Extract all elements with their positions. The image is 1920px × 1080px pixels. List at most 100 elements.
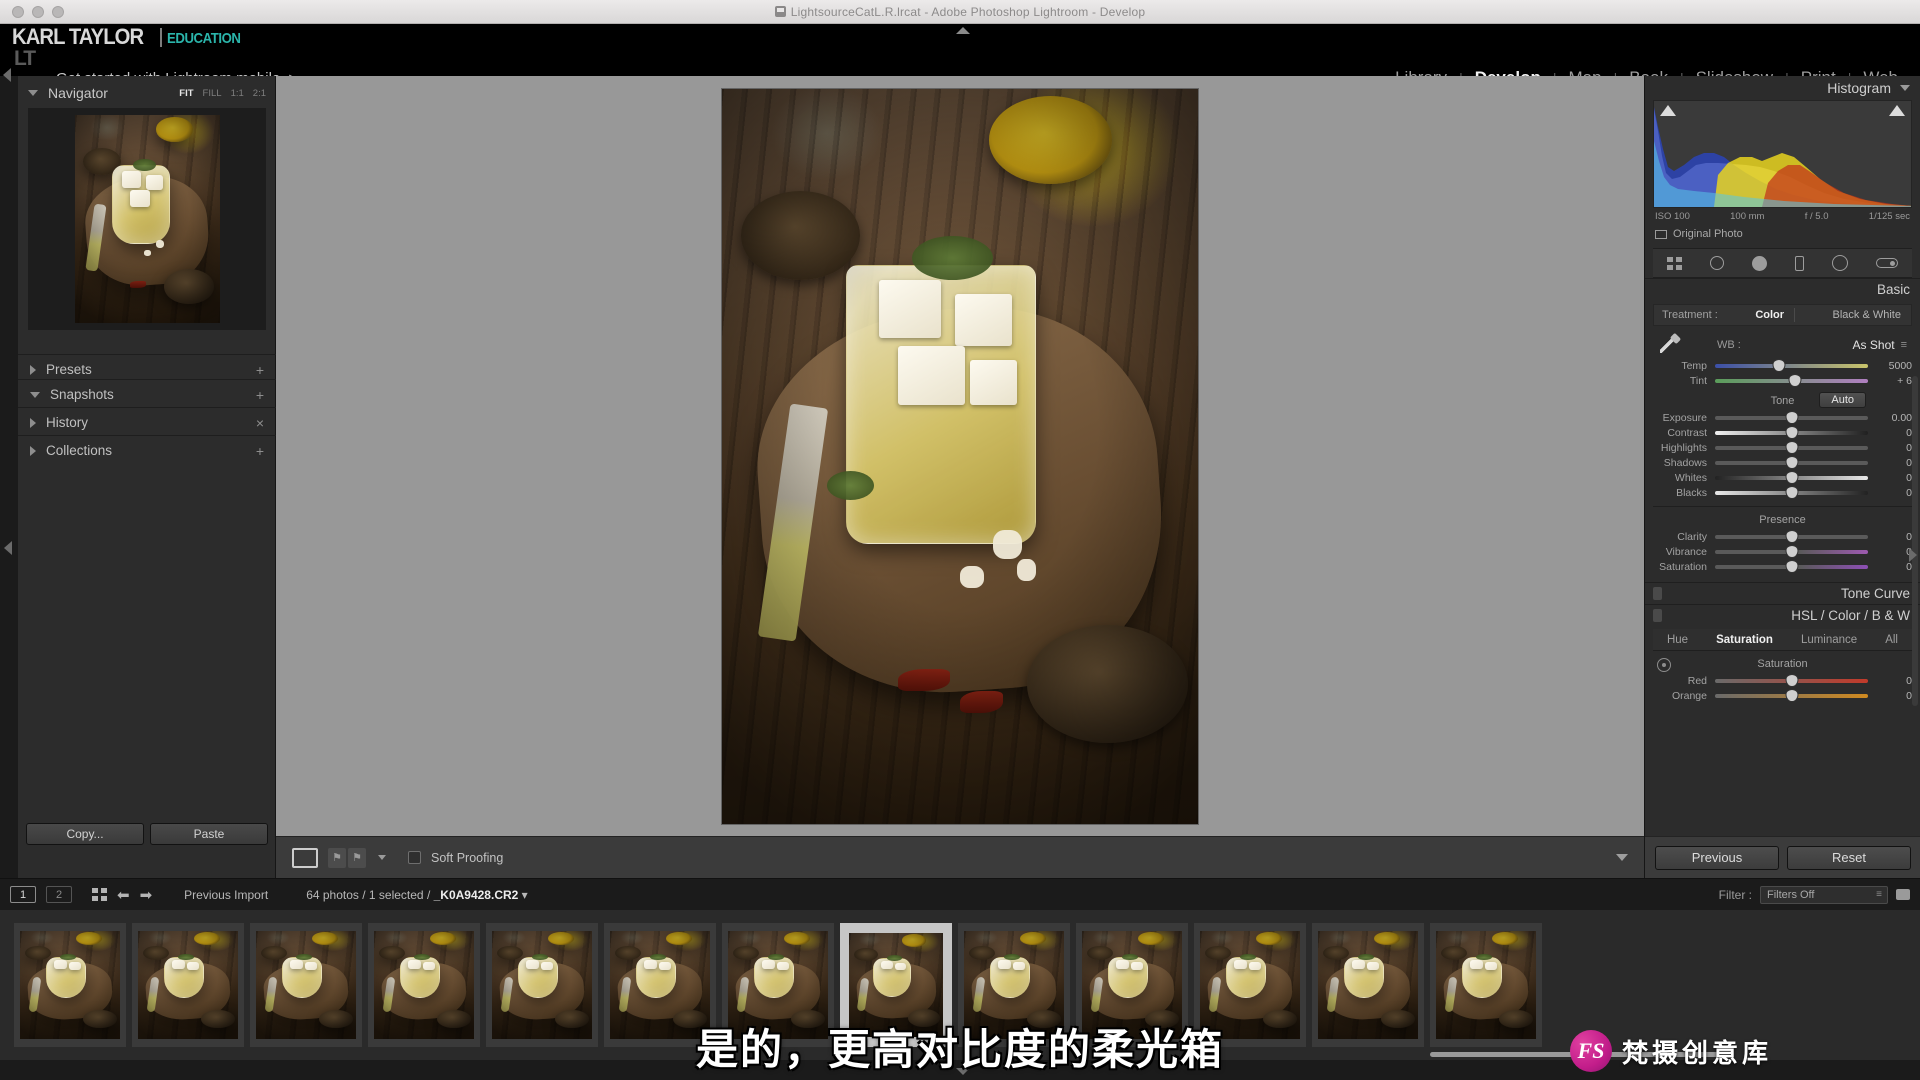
slider-knob[interactable] (1786, 427, 1797, 438)
auto-tone-button[interactable]: Auto (1819, 392, 1866, 408)
add-icon[interactable]: + (256, 362, 264, 378)
histogram-chart[interactable] (1653, 100, 1912, 208)
flag-icon[interactable]: ⚑ (348, 848, 366, 868)
navigator-preview[interactable] (28, 108, 266, 330)
triangle-down-icon[interactable] (30, 392, 40, 398)
slider-track[interactable] (1715, 476, 1868, 480)
slider-track[interactable] (1715, 679, 1868, 683)
triangle-right-icon[interactable] (30, 365, 36, 375)
tone-slider-shadows[interactable]: Shadows0 (1653, 455, 1912, 470)
panel-switch-icon[interactable] (1653, 609, 1662, 622)
treatment-option-color[interactable]: Color (1745, 309, 1794, 321)
slider-value[interactable]: 0 (1868, 427, 1912, 439)
develop-tool-strip[interactable] (1653, 248, 1912, 278)
right-panel-collapse-arrow[interactable] (1909, 548, 1917, 562)
target-adjust-icon[interactable] (1657, 658, 1671, 672)
screen-1-button[interactable]: 1 (10, 886, 36, 903)
grid-view-icon[interactable] (92, 888, 107, 901)
toggle-icon[interactable] (1896, 889, 1910, 900)
hsl-slider-red[interactable]: Red0 (1653, 673, 1912, 688)
reset-button[interactable]: Reset (1787, 846, 1911, 870)
screen-2-button[interactable]: 2 (46, 886, 72, 903)
navigator-zoom-1-1[interactable]: 1:1 (231, 88, 244, 99)
main-photo[interactable] (722, 89, 1198, 824)
top-panel-toggle[interactable] (956, 27, 970, 34)
slider-value[interactable]: 0 (1868, 442, 1912, 454)
slider-track[interactable] (1715, 565, 1868, 569)
slider-track[interactable] (1715, 416, 1868, 420)
slider-knob[interactable] (1786, 442, 1797, 453)
navigator-header[interactable]: Navigator FITFILL1:12:1 (28, 82, 266, 104)
red-eye-icon[interactable] (1752, 256, 1767, 271)
previous-button[interactable]: Previous (1655, 846, 1779, 870)
radial-filter-icon[interactable] (1832, 255, 1848, 271)
eyedropper-icon[interactable] (1657, 333, 1683, 357)
view-toolbar[interactable]: ⚑ ⚑ Soft Proofing (276, 836, 1644, 878)
tone-sliders[interactable]: Exposure0.00Contrast0Highlights0Shadows0… (1645, 410, 1920, 500)
filmstrip-prev-arrow[interactable] (3, 68, 11, 82)
slider-knob[interactable] (1786, 675, 1797, 686)
arrow-left-icon[interactable]: ⬅ (117, 886, 130, 904)
copy-button[interactable]: Copy... (26, 823, 144, 845)
add-icon[interactable]: + (256, 387, 264, 403)
presence-slider-vibrance[interactable]: Vibrance0 (1653, 544, 1912, 559)
navigator-zoom-2-1[interactable]: 2:1 (253, 88, 266, 99)
clear-icon[interactable]: × (256, 415, 264, 431)
image-canvas[interactable] (276, 76, 1644, 836)
slider-knob[interactable] (1786, 457, 1797, 468)
slider-track[interactable] (1715, 491, 1868, 495)
slider-value[interactable]: 0 (1868, 457, 1912, 469)
presence-slider-saturation[interactable]: Saturation0 (1653, 559, 1912, 574)
loupe-view-icon[interactable] (292, 848, 318, 868)
stepper-icon[interactable]: ≡ (1876, 889, 1881, 900)
slider-track[interactable] (1715, 535, 1868, 539)
slider-knob[interactable] (1786, 561, 1797, 572)
shadow-clipping-icon[interactable] (1660, 105, 1676, 116)
slider-value[interactable]: 0.00 (1868, 412, 1912, 424)
slider-value[interactable]: + 6 (1868, 375, 1912, 387)
filter-group[interactable]: Filter : Filters Off ≡ (1719, 886, 1910, 904)
left-section-history[interactable]: History× (18, 407, 276, 437)
presence-slider-clarity[interactable]: Clarity0 (1653, 529, 1912, 544)
triangle-right-icon[interactable] (30, 446, 36, 456)
slider-knob[interactable] (1786, 531, 1797, 542)
slider-knob[interactable] (1786, 690, 1797, 701)
navigator-zoom-levels[interactable]: FIT FILL 1:1 2:1 (179, 88, 266, 99)
left-section-snapshots[interactable]: Snapshots+ (18, 379, 276, 409)
filter-select[interactable]: Filters Off ≡ (1760, 886, 1888, 904)
soft-proofing-checkbox[interactable] (408, 851, 421, 864)
spot-removal-icon[interactable] (1710, 256, 1724, 270)
triangle-down-icon[interactable] (28, 90, 38, 96)
tone-slider-contrast[interactable]: Contrast0 (1653, 425, 1912, 440)
slider-track[interactable] (1715, 364, 1868, 368)
left-panel-buttons[interactable]: Copy... Paste (18, 820, 276, 848)
wb-slider-tint[interactable]: Tint+ 6 (1653, 373, 1912, 388)
chevron-down-icon[interactable]: ▾ (522, 888, 528, 902)
navigator-zoom-fit[interactable]: FIT (179, 88, 193, 99)
slider-value[interactable]: 0 (1868, 546, 1912, 558)
histogram-header[interactable]: Histogram (1645, 76, 1920, 100)
crop-overlay-icon[interactable] (1667, 257, 1682, 270)
highlight-clipping-icon[interactable] (1889, 105, 1905, 116)
slider-value[interactable]: 0 (1868, 487, 1912, 499)
slider-knob[interactable] (1774, 360, 1785, 371)
treatment-option-bw[interactable]: Black & White (1823, 309, 1911, 321)
tone-slider-exposure[interactable]: Exposure0.00 (1653, 410, 1912, 425)
slider-track[interactable] (1715, 431, 1868, 435)
treatment-row[interactable]: Treatment : Color Black & White (1653, 304, 1912, 326)
right-panel-scrollbar[interactable] (1912, 376, 1918, 706)
adjustment-brush-icon[interactable] (1876, 258, 1898, 268)
slider-knob[interactable] (1786, 487, 1797, 498)
wb-sliders[interactable]: Temp5000Tint+ 6 (1645, 358, 1920, 388)
flag-icon[interactable]: ⚑ (328, 848, 346, 868)
slider-track[interactable] (1715, 379, 1868, 383)
slider-value[interactable]: 0 (1868, 690, 1912, 702)
navigator-zoom-fill[interactable]: FILL (203, 88, 222, 99)
tone-slider-whites[interactable]: Whites0 (1653, 470, 1912, 485)
slider-track[interactable] (1715, 694, 1868, 698)
panel-switch-icon[interactable] (1653, 587, 1662, 600)
hsl-tab-saturation[interactable]: Saturation (1716, 634, 1773, 646)
slider-knob[interactable] (1786, 472, 1797, 483)
stepper-icon[interactable]: ≡ (1901, 339, 1906, 351)
flag-filter-group[interactable]: ⚑ ⚑ (328, 848, 366, 868)
